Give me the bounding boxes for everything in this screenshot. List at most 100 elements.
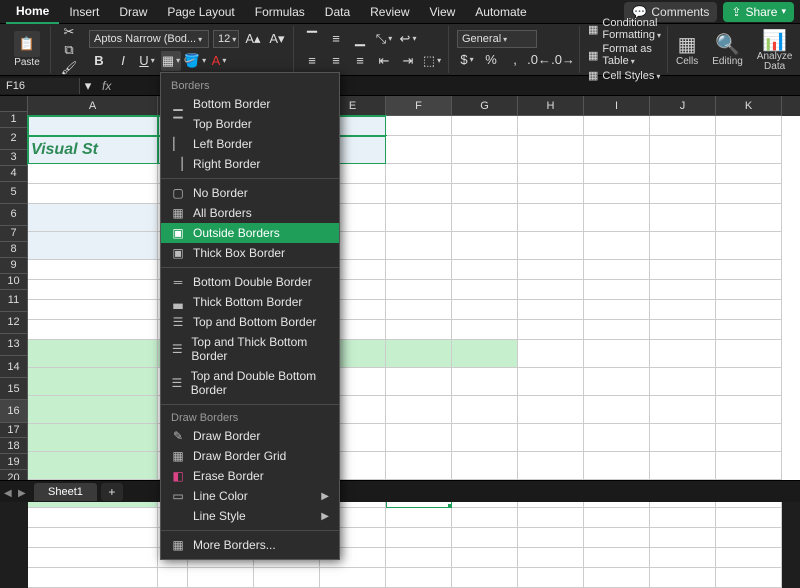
cell[interactable]	[650, 300, 716, 320]
align-right-icon[interactable]: ≡	[350, 51, 370, 71]
format-painter-icon[interactable]: 🖌	[59, 60, 79, 76]
border-bottom-item[interactable]: ▁Bottom Border	[161, 94, 339, 114]
row-header[interactable]: 8	[0, 242, 28, 258]
more-borders-item[interactable]: ▦More Borders...	[161, 535, 339, 555]
cell[interactable]	[716, 568, 782, 588]
cell[interactable]	[584, 184, 650, 204]
cell[interactable]	[452, 368, 518, 396]
cell[interactable]	[650, 396, 716, 424]
cell[interactable]	[452, 136, 518, 164]
row-header[interactable]: 3	[0, 150, 28, 166]
tab-formulas[interactable]: Formulas	[245, 1, 315, 23]
tab-data[interactable]: Data	[315, 1, 360, 23]
col-header[interactable]: F	[386, 96, 452, 116]
thick-box-border-item[interactable]: ▣Thick Box Border	[161, 243, 339, 263]
cell[interactable]	[584, 424, 650, 452]
cell[interactable]	[452, 424, 518, 452]
tab-insert[interactable]: Insert	[59, 1, 109, 23]
paste-icon[interactable]: 📋	[14, 31, 40, 57]
percent-icon[interactable]: %	[481, 50, 501, 70]
cell[interactable]	[254, 568, 320, 588]
cell[interactable]	[518, 568, 584, 588]
cell[interactable]	[650, 320, 716, 340]
cell[interactable]	[584, 300, 650, 320]
cell[interactable]	[650, 548, 716, 568]
cell[interactable]	[188, 568, 254, 588]
cell[interactable]	[386, 184, 452, 204]
tab-automate[interactable]: Automate	[465, 1, 536, 23]
tab-page-layout[interactable]: Page Layout	[157, 1, 244, 23]
cell[interactable]	[28, 396, 158, 424]
row-header[interactable]: 12	[0, 312, 28, 334]
cell[interactable]	[386, 548, 452, 568]
cell[interactable]	[650, 424, 716, 452]
cell[interactable]	[518, 116, 584, 136]
font-color-button[interactable]: A	[209, 51, 229, 71]
cell[interactable]	[584, 280, 650, 300]
cell[interactable]	[452, 280, 518, 300]
col-header[interactable]: K	[716, 96, 782, 116]
cell[interactable]	[28, 204, 158, 232]
cell[interactable]	[650, 204, 716, 232]
cell[interactable]	[386, 280, 452, 300]
number-format-select[interactable]: General	[457, 30, 537, 48]
editing-button[interactable]: 🔍 Editing	[706, 30, 749, 69]
copy-icon[interactable]: ⧉	[59, 42, 79, 58]
col-header[interactable]: G	[452, 96, 518, 116]
cell[interactable]	[518, 396, 584, 424]
row-header[interactable]: 5	[0, 182, 28, 204]
row-header[interactable]: 19	[0, 454, 28, 470]
col-header[interactable]: J	[650, 96, 716, 116]
decrease-font-icon[interactable]: A▾	[267, 29, 287, 49]
draw-border-item[interactable]: ✎Draw Border	[161, 426, 339, 446]
cell[interactable]	[584, 548, 650, 568]
add-sheet-button[interactable]: +	[101, 483, 123, 501]
row-header[interactable]: 11	[0, 290, 28, 312]
cell[interactable]	[584, 340, 650, 368]
cell[interactable]	[28, 368, 158, 396]
select-all-corner[interactable]	[0, 96, 28, 112]
cell[interactable]	[518, 280, 584, 300]
cell[interactable]	[28, 260, 158, 280]
cond-format-button[interactable]: Conditional Formatting	[602, 17, 661, 41]
cell[interactable]	[518, 300, 584, 320]
cell[interactable]	[386, 116, 452, 136]
cell[interactable]	[650, 568, 716, 588]
cell[interactable]	[452, 184, 518, 204]
border-left-item[interactable]: ▏Left Border	[161, 134, 339, 154]
cell[interactable]	[716, 424, 782, 452]
cell[interactable]	[452, 204, 518, 232]
comma-icon[interactable]: ,	[505, 50, 525, 70]
cell[interactable]	[584, 232, 650, 260]
cell[interactable]	[716, 164, 782, 184]
top-thick-bottom-border-item[interactable]: ☰Top and Thick Bottom Border	[161, 332, 339, 366]
cell[interactable]	[650, 452, 716, 480]
cell[interactable]	[518, 508, 584, 528]
cell[interactable]	[28, 116, 158, 136]
cell-styles-button[interactable]: Cell Styles	[602, 70, 660, 82]
cell[interactable]	[716, 232, 782, 260]
cell[interactable]	[716, 116, 782, 136]
row-header[interactable]: 15	[0, 378, 28, 400]
cell[interactable]	[518, 320, 584, 340]
cell[interactable]	[518, 368, 584, 396]
row-header[interactable]: 2	[0, 128, 28, 150]
cell[interactable]	[518, 136, 584, 164]
cell[interactable]	[650, 340, 716, 368]
cell[interactable]	[716, 184, 782, 204]
cell[interactable]	[518, 528, 584, 548]
row-header[interactable]: 4	[0, 166, 28, 182]
cell[interactable]	[28, 548, 158, 568]
cell[interactable]	[28, 568, 158, 588]
cell[interactable]	[584, 568, 650, 588]
name-box[interactable]: F16	[0, 78, 80, 94]
cell[interactable]	[716, 136, 782, 164]
sheet-tab[interactable]: Sheet1	[34, 483, 97, 501]
row-header[interactable]: 16	[0, 400, 28, 422]
increase-indent-icon[interactable]: ⇥	[398, 51, 418, 71]
tab-draw[interactable]: Draw	[109, 1, 157, 23]
cell[interactable]	[518, 204, 584, 232]
cell[interactable]	[518, 184, 584, 204]
cell[interactable]	[716, 528, 782, 548]
cell[interactable]	[452, 568, 518, 588]
